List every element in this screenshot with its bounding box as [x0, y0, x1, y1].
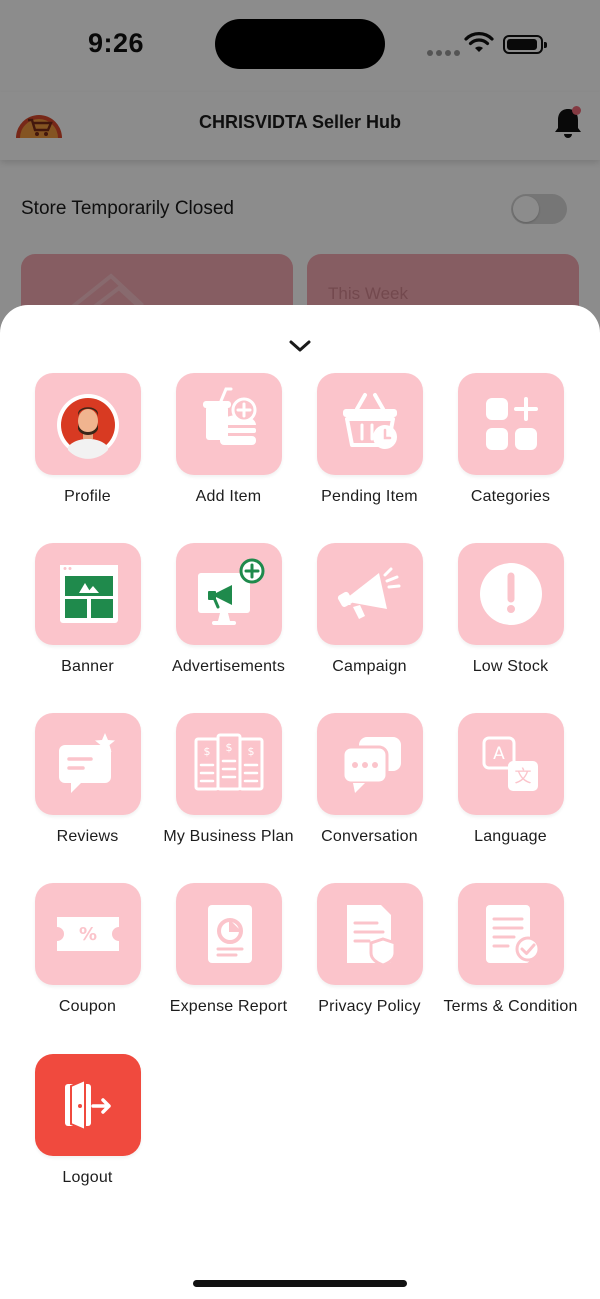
menu-label: Terms & Condition: [443, 998, 578, 1015]
chat-star-icon: [58, 733, 115, 793]
menu-item-banner[interactable]: Banner: [17, 543, 158, 678]
menu-label: Profile: [64, 488, 111, 505]
plan-icon: $ $ $: [194, 733, 263, 791]
megaphone-icon: [337, 567, 400, 619]
document-check-icon: [485, 905, 540, 963]
menu-bottom-sheet: Profile Add Item Pending Item Categories…: [0, 305, 600, 1299]
menu-label: Campaign: [332, 658, 407, 675]
grid-plus-icon: [485, 397, 538, 450]
menu-label: My Business Plan: [163, 828, 294, 845]
menu-item-campaign[interactable]: Campaign: [299, 543, 440, 678]
report-icon: [207, 905, 252, 963]
menu-item-logout[interactable]: Logout: [17, 1054, 158, 1189]
menu-label: Language: [474, 828, 547, 845]
menu-label: Pending Item: [321, 488, 418, 505]
monitor-megaphone-icon: [197, 558, 264, 625]
menu-item-expense-report[interactable]: Expense Report: [158, 883, 299, 1018]
menu-item-advertisements[interactable]: Advertisements: [158, 543, 299, 678]
menu-label: Add Item: [195, 488, 262, 505]
document-shield-icon: [346, 905, 396, 967]
menu-label: Categories: [470, 488, 551, 505]
alert-circle-icon: [479, 563, 542, 625]
chevron-down-icon[interactable]: [287, 338, 313, 354]
menu-item-my-business-plan[interactable]: $ $ $ My Business Plan: [158, 713, 299, 848]
logout-icon: [64, 1078, 111, 1132]
menu-item-reviews[interactable]: Reviews: [17, 713, 158, 848]
svg-text:$: $: [225, 741, 232, 754]
svg-text:A: A: [493, 744, 505, 764]
menu-item-coupon[interactable]: % Coupon: [17, 883, 158, 1018]
menu-item-profile[interactable]: Profile: [17, 373, 158, 508]
home-indicator[interactable]: [193, 1280, 407, 1287]
chat-bubbles-icon: [341, 737, 401, 793]
svg-text:$: $: [203, 745, 210, 758]
svg-text:$: $: [247, 745, 254, 758]
menu-item-language[interactable]: A 文 Language: [440, 713, 581, 848]
menu-label: Low Stock: [472, 658, 549, 675]
add-food-icon: [202, 387, 256, 445]
menu-item-pending-item[interactable]: Pending Item: [299, 373, 440, 508]
menu-item-terms-condition[interactable]: Terms & Condition: [440, 883, 581, 1018]
translate-icon: A 文: [482, 736, 538, 791]
menu-label: Privacy Policy: [318, 998, 421, 1015]
menu-item-low-stock[interactable]: Low Stock: [440, 543, 581, 678]
menu-label: Banner: [61, 658, 114, 675]
coupon-icon: %: [56, 917, 119, 951]
banner-icon: [59, 565, 118, 623]
menu-label: Coupon: [58, 998, 117, 1015]
menu-label: Conversation: [321, 828, 418, 845]
menu-label: Expense Report: [169, 998, 288, 1015]
svg-text:%: %: [78, 924, 96, 945]
menu-item-categories[interactable]: Categories: [440, 373, 581, 508]
avatar-icon: [56, 394, 119, 459]
menu-item-privacy-policy[interactable]: Privacy Policy: [299, 883, 440, 1018]
svg-text:文: 文: [514, 767, 531, 787]
basket-clock-icon: [342, 393, 397, 449]
menu-label: Reviews: [56, 828, 119, 845]
menu-label: Advertisements: [171, 658, 286, 675]
menu-label: Logout: [62, 1169, 113, 1186]
menu-item-conversation[interactable]: Conversation: [299, 713, 440, 848]
menu-item-add-item[interactable]: Add Item: [158, 373, 299, 508]
